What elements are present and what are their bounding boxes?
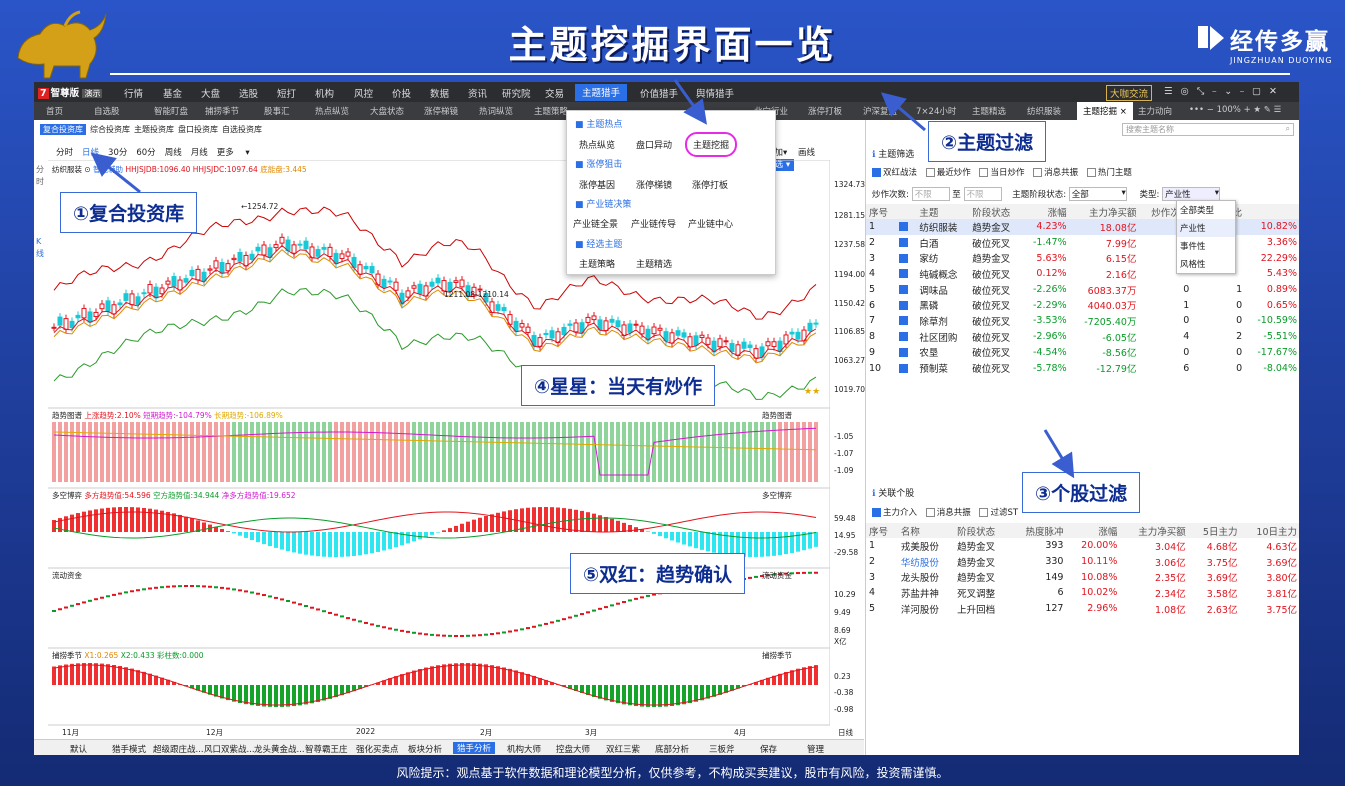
risk-disclaimer: 风险提示：观点基于软件数据和理论模型分析，仅供参考，不构成买卖建议，股市有风险，… [396,766,949,780]
annotation-arrows [90,79,1075,479]
